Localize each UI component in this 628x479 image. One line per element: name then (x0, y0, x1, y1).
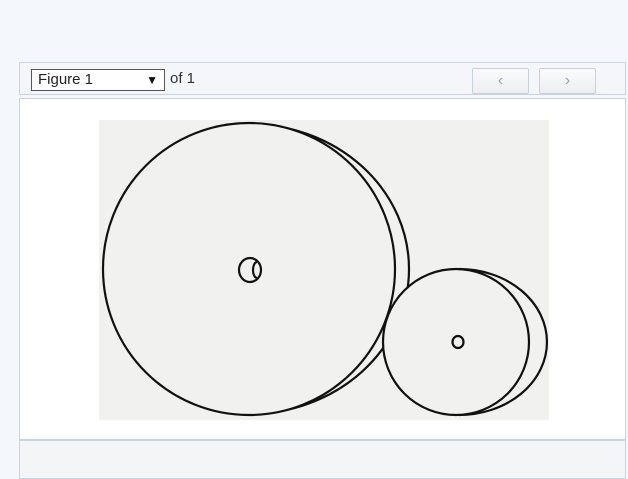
small-pulley-face (381, 267, 531, 417)
pulley-figure-image (99, 120, 549, 420)
chevron-right-icon: › (564, 72, 571, 89)
next-figure-button[interactable]: › (539, 68, 596, 94)
dropdown-arrow-icon: ▼ (146, 73, 158, 87)
figure-count-label: of 1 (170, 70, 196, 87)
figure-select[interactable]: Figure 1 ▼ (31, 69, 165, 91)
previous-figure-button[interactable]: ‹ (472, 68, 529, 94)
figure-toolbar: Figure 1 ▼ of 1 ‹ › (19, 62, 626, 95)
large-pulley-face (101, 121, 397, 417)
figure-caption-area (19, 440, 626, 479)
figure-viewer (19, 98, 626, 440)
chevron-left-icon: ‹ (497, 72, 504, 89)
figure-select-value: Figure 1 (38, 71, 94, 88)
